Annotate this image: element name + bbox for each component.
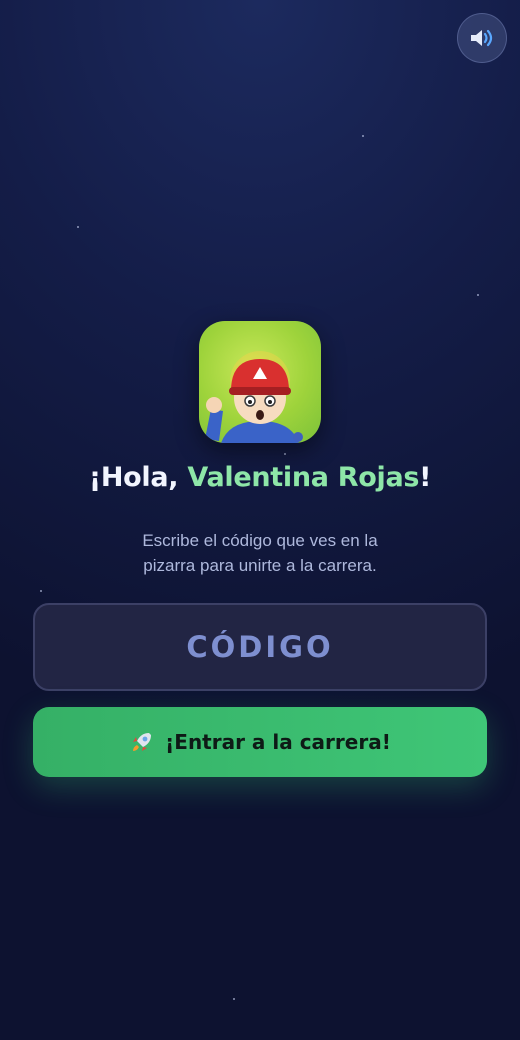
player-name: Valentina Rojas: [187, 462, 420, 493]
greeting-prefix: ¡Hola,: [88, 462, 188, 493]
enter-race-label: ¡Entrar a la carrera!: [165, 730, 391, 754]
star-decoration: [40, 590, 42, 592]
speaker-volume-icon: [471, 29, 493, 47]
code-input[interactable]: [33, 603, 487, 691]
page-title: ¡Hola, Valentina Rojas!: [0, 462, 520, 493]
rocket-icon: [133, 733, 152, 751]
instructions-text: Escribe el código que ves en la pizarra …: [110, 528, 410, 578]
star-decoration: [362, 135, 364, 137]
greeting-suffix: !: [419, 462, 432, 493]
enter-race-button[interactable]: ¡Entrar a la carrera!: [33, 707, 487, 777]
star-decoration: [77, 226, 79, 228]
instructions-line: pizarra para unirte a la carrera.: [143, 556, 377, 575]
avatar: [199, 321, 321, 443]
star-decoration: [477, 294, 479, 296]
instructions-line: Escribe el código que ves en la: [142, 531, 378, 550]
racer-kid-avatar: [205, 351, 303, 443]
star-decoration: [284, 453, 286, 455]
sound-toggle-button[interactable]: [457, 13, 507, 63]
star-decoration: [233, 998, 235, 1000]
